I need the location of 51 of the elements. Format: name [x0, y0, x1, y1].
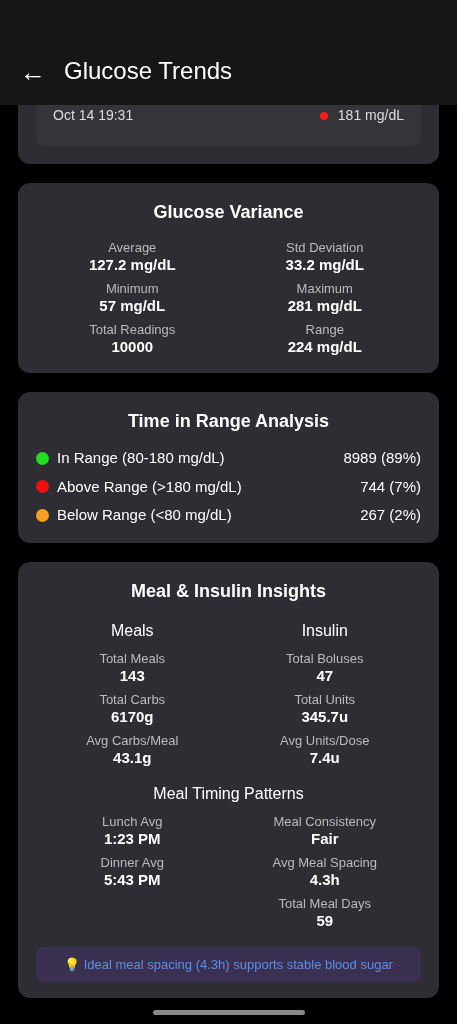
column-heading: Meals	[110, 620, 154, 641]
stat-label: Avg Meal Spacing	[272, 854, 377, 871]
stat-label: Avg Carbs/Meal	[86, 732, 179, 749]
range-count: 267 (2%)	[360, 505, 421, 525]
stat-label: Total Boluses	[286, 650, 364, 667]
stat-value: 345.7u	[301, 707, 349, 727]
stat-label: Dinner Avg	[100, 854, 164, 871]
stat-label: Minimum	[105, 281, 159, 298]
stat-value: 33.2 mg/dL	[285, 256, 364, 275]
stat-value: 1:23 PM	[103, 829, 161, 849]
stat-label: Avg Units/Dose	[280, 732, 370, 749]
stat-value: 59	[316, 911, 334, 931]
stat-label: Average	[108, 240, 157, 257]
range-count: 744 (7%)	[360, 476, 421, 497]
range-label: Above Range (>180 mg/dL)	[57, 476, 242, 497]
reading-time: Oct 14 19:31	[53, 106, 134, 125]
card-title: Meal & Insulin Insights	[130, 579, 327, 603]
stat-value: 6170g	[110, 707, 154, 727]
tip-banner: 💡 Ideal meal spacing (4.3h) supports stable blood sugar	[36, 946, 421, 982]
range-label: In Range (80-180 mg/dL)	[57, 448, 225, 468]
stat-value: 224 mg/dL	[287, 338, 362, 357]
stat-label: Std Deviation	[286, 240, 364, 257]
card-title: Time in Range Analysis	[126, 410, 331, 433]
stat-label: Total Meal Days	[278, 895, 371, 912]
stat-value: 57 mg/dL	[99, 297, 166, 316]
column-heading: Insulin	[301, 620, 348, 641]
card-title: Glucose Variance	[152, 201, 305, 224]
stat-label: Range	[305, 322, 344, 339]
reading-value: 181 mg/dL	[337, 106, 404, 125]
stat-value: 7.4u	[309, 748, 340, 768]
stat-label: Total Units	[294, 691, 356, 708]
back-button[interactable]: ←	[20, 59, 46, 85]
stat-value: 5:43 PM	[103, 870, 161, 890]
stat-value: 143	[119, 666, 145, 686]
stat-value: 127.2 mg/dL	[88, 256, 176, 275]
stat-label: Total Carbs	[99, 691, 166, 708]
stat-value: 43.1g	[113, 748, 152, 768]
section-heading: Meal Timing Patterns	[152, 783, 305, 804]
range-count: 8989 (89%)	[343, 448, 421, 468]
stat-label: Total Meals	[99, 650, 166, 667]
stat-label: Maximum	[296, 281, 353, 298]
stat-value: 10000	[111, 338, 154, 357]
stat-value: 4.3h	[309, 870, 340, 890]
range-label: Below Range (<80 mg/dL)	[57, 505, 232, 525]
stat-label: Meal Consistency	[273, 813, 377, 830]
screen-title: Glucose Trends	[64, 59, 233, 85]
stat-label: Total Readings	[89, 322, 176, 339]
stat-value: Fair	[311, 829, 339, 849]
stat-value: 281 mg/dL	[287, 297, 362, 316]
stat-label: Lunch Avg	[102, 813, 163, 830]
stat-value: 47	[316, 666, 334, 686]
